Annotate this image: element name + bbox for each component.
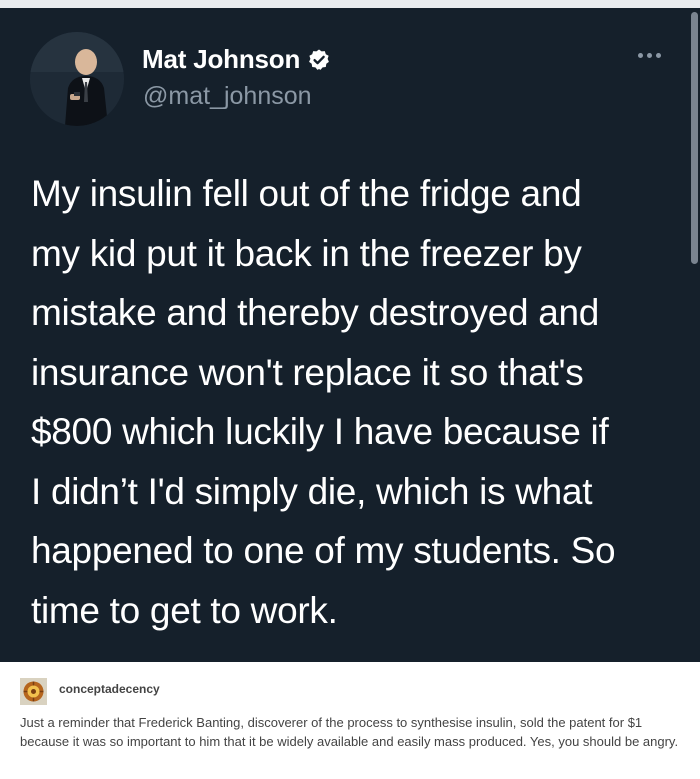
post-username[interactable]: conceptadecency [59, 682, 160, 696]
scrollbar-thumb[interactable] [691, 12, 698, 264]
dot [656, 53, 661, 58]
tweet-body-text: My insulin fell out of the fridge and my… [31, 173, 616, 631]
avatar-photo [30, 32, 124, 126]
post-caption-text: Just a reminder that Frederick Banting, … [20, 715, 679, 749]
more-options-icon[interactable] [638, 53, 661, 58]
top-divider [0, 0, 700, 8]
author-handle[interactable]: @mat_johnson [143, 82, 312, 111]
user-avatar-icon[interactable] [20, 678, 47, 705]
dot [647, 53, 652, 58]
verified-badge-icon [309, 49, 330, 70]
tweet-screenshot: Mat Johnson @mat_johnson My insulin fell… [0, 0, 700, 662]
dot [638, 53, 643, 58]
author-name-row: Mat Johnson [142, 44, 331, 75]
author-display-name[interactable]: Mat Johnson [142, 44, 300, 75]
tweet-author-avatar[interactable] [30, 32, 124, 126]
